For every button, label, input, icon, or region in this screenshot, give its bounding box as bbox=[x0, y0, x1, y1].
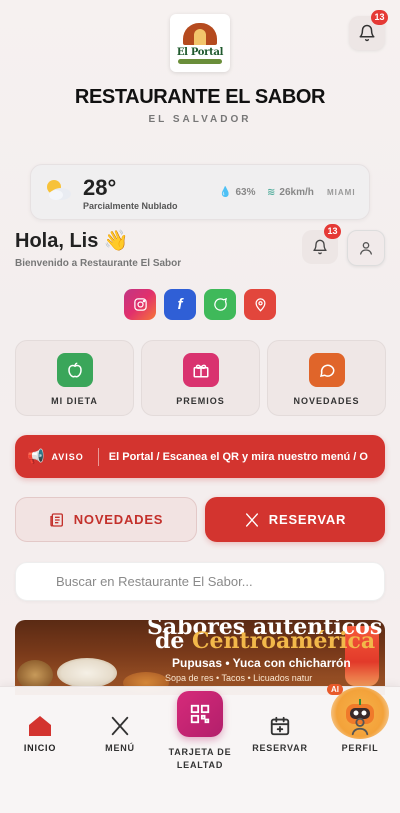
nav-item-reserve[interactable]: RESERVAR bbox=[248, 715, 312, 753]
nav-label: PERFIL bbox=[341, 743, 379, 753]
search-bar[interactable] bbox=[15, 562, 385, 601]
whatsapp-icon bbox=[213, 297, 227, 311]
search-input[interactable] bbox=[16, 574, 384, 589]
greeting-title: Hola, Lis 👋 bbox=[15, 230, 129, 252]
loyalty-card-label: TARJETA DE LEALTAD bbox=[168, 747, 232, 770]
reserve-button-label: RESERVAR bbox=[268, 512, 347, 527]
banner-headline-prefix: de bbox=[155, 628, 193, 654]
banner-dishes-2: Sopa de res • Tacos • Licuados natur bbox=[165, 673, 313, 683]
reserve-button[interactable]: RESERVAR bbox=[205, 497, 385, 542]
ticker-tag: 📢 AVISO bbox=[15, 448, 84, 465]
gift-icon bbox=[182, 353, 219, 387]
weather-card: 28° Parcialmente Nublado 💧 63% ≋ 26km/h … bbox=[30, 164, 370, 220]
apple-icon bbox=[56, 353, 93, 387]
nav-label: RESERVAR bbox=[252, 743, 308, 753]
weather-city: MIAMI bbox=[327, 188, 356, 197]
weather-humidity: 💧 63% bbox=[219, 187, 255, 198]
wind-icon: ≋ bbox=[267, 187, 276, 198]
bell-icon bbox=[359, 24, 375, 42]
food-image-decoration bbox=[57, 658, 117, 688]
logo-leaves-decoration bbox=[178, 58, 222, 64]
instagram-button[interactable] bbox=[124, 289, 156, 320]
qr-code-icon bbox=[190, 704, 210, 724]
notifications-badge: 13 bbox=[371, 10, 388, 25]
location-pin-icon bbox=[254, 298, 266, 312]
greeting-notifications-badge: 13 bbox=[324, 224, 341, 239]
feature-label: PREMIOS bbox=[176, 396, 225, 406]
facebook-icon: f bbox=[177, 296, 183, 313]
feature-card-mi-dieta[interactable]: MI DIETA bbox=[15, 340, 134, 416]
nav-item-home[interactable]: INICIO bbox=[8, 715, 72, 753]
weather-wind: ≋ 26km/h bbox=[267, 187, 314, 198]
home-icon bbox=[29, 716, 51, 736]
weather-temperature: 28° bbox=[83, 175, 117, 200]
logo-text: El Portal bbox=[176, 46, 224, 58]
location-button[interactable] bbox=[244, 289, 276, 320]
partly-cloudy-icon bbox=[47, 180, 71, 200]
announcement-ticker[interactable]: 📢 AVISO El Portal / Escanea el QR y mira… bbox=[15, 435, 385, 478]
nav-item-menu[interactable]: MENÚ bbox=[88, 715, 152, 753]
megaphone-icon: 📢 bbox=[27, 448, 46, 464]
user-icon bbox=[351, 717, 369, 736]
ticker-tag-label: AVISO bbox=[51, 451, 84, 462]
banner-headline-2: de Centroamérica bbox=[155, 628, 375, 654]
utensils-icon bbox=[245, 512, 258, 527]
bottom-navigation: INICIO MENÚ TARJETA DE LEALTAD RESERVAR … bbox=[0, 684, 400, 813]
news-button[interactable]: NOVEDADES bbox=[15, 497, 197, 542]
feature-label: NOVEDADES bbox=[293, 396, 360, 406]
loyalty-card-button[interactable] bbox=[177, 691, 223, 737]
ticker-message: El Portal / Escanea el QR y mira nuestro… bbox=[108, 450, 368, 463]
greeting-notifications-button[interactable]: 13 bbox=[302, 224, 341, 264]
feature-card-premios[interactable]: PREMIOS bbox=[141, 340, 260, 416]
ai-badge: AI bbox=[327, 684, 343, 695]
feature-card-novedades[interactable]: NOVEDADES bbox=[267, 340, 386, 416]
facebook-button[interactable]: f bbox=[164, 289, 196, 320]
instagram-icon bbox=[133, 298, 147, 311]
banner-headline-highlight: Centroamérica bbox=[192, 628, 376, 654]
banner-dishes: Pupusas • Yuca con chicharrón bbox=[172, 656, 351, 670]
bell-icon bbox=[313, 239, 327, 255]
weather-description: Parcialmente Nublado bbox=[83, 201, 178, 211]
welcome-text: Bienvenido a Restaurante El Sabor bbox=[15, 258, 182, 269]
feature-label: MI DIETA bbox=[51, 396, 98, 406]
logo-arch-icon bbox=[183, 22, 217, 45]
ticker-divider bbox=[97, 447, 99, 466]
page-subtitle: EL SALVADOR bbox=[148, 114, 252, 125]
utensils-icon bbox=[111, 716, 129, 736]
page-title: RESTAURANTE EL SABOR bbox=[74, 86, 326, 108]
calendar-plus-icon bbox=[270, 716, 290, 736]
user-icon bbox=[360, 242, 372, 255]
chat-icon bbox=[308, 353, 345, 387]
humidity-value: 63% bbox=[235, 187, 256, 198]
notifications-button[interactable]: 13 bbox=[349, 10, 388, 50]
news-button-label: NOVEDADES bbox=[73, 512, 164, 527]
nav-label: MENÚ bbox=[105, 743, 135, 753]
newspaper-icon bbox=[50, 512, 63, 527]
nav-item-profile[interactable]: PERFIL bbox=[328, 715, 392, 753]
whatsapp-button[interactable] bbox=[204, 289, 236, 320]
wind-value: 26km/h bbox=[279, 187, 314, 198]
restaurant-logo: El Portal bbox=[170, 14, 230, 72]
droplet-icon: 💧 bbox=[219, 187, 232, 198]
profile-button[interactable] bbox=[347, 230, 385, 266]
nav-label: INICIO bbox=[23, 743, 57, 753]
